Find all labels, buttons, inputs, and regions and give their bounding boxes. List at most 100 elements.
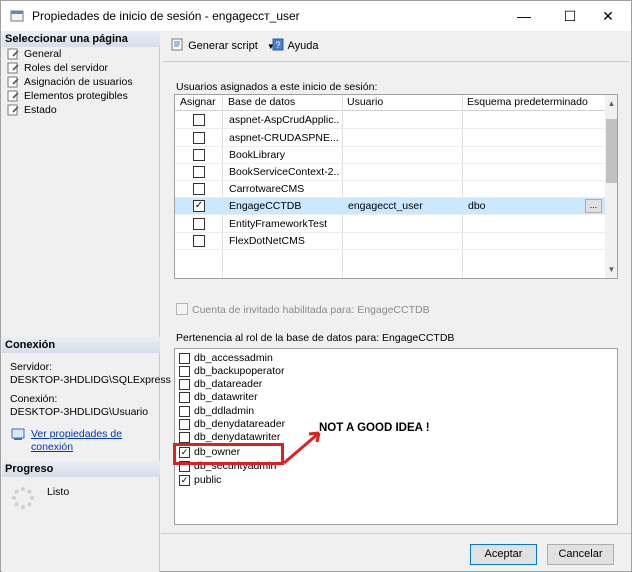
map-checkbox[interactable]	[193, 166, 205, 178]
page-wrench-icon	[7, 90, 19, 102]
role-label: db_denydatawriter	[194, 431, 281, 443]
role-checkbox[interactable]	[179, 406, 190, 417]
table-row[interactable]: aspnet-CRUDASPNE...	[175, 130, 605, 147]
table-row-selected[interactable]: ✓ EngageCCTDB engagecct_user dbo ...	[175, 198, 605, 215]
annotation-highlight-box	[173, 443, 284, 465]
generate-script-button[interactable]: Generar script ▼	[171, 38, 275, 54]
guest-account-option: Cuenta de invitado habilitada para: Enga…	[176, 303, 430, 316]
scroll-down-icon[interactable]: ▼	[605, 263, 617, 276]
map-checkbox[interactable]	[193, 218, 205, 230]
nav-item-label: General	[24, 48, 62, 60]
role-checkbox[interactable]	[179, 432, 190, 443]
role-item[interactable]: db_datareader	[177, 378, 262, 392]
minimize-icon[interactable]: —	[501, 1, 547, 31]
title-bar: Propiedades de inicio de sesión - engage…	[1, 1, 631, 31]
scroll-up-icon[interactable]: ▲	[605, 97, 617, 110]
role-item[interactable]: db_accessadmin	[177, 352, 273, 366]
table-row[interactable]: BookServiceContext-2...	[175, 164, 605, 181]
nav-item-label: Estado	[24, 104, 57, 116]
map-checkbox[interactable]	[193, 149, 205, 161]
properties-icon	[11, 428, 25, 440]
role-membership-label: Pertenencia al rol de la base de datos p…	[176, 332, 455, 344]
ok-button[interactable]: Aceptar	[470, 544, 537, 565]
column-header-user[interactable]: Usuario	[347, 96, 383, 108]
page-wrench-icon	[7, 48, 19, 60]
role-checkbox-checked[interactable]: ✓	[179, 475, 190, 486]
table-row-empty	[175, 250, 605, 278]
server-value: DESKTOP-3HDLIDG\SQLExpress	[10, 374, 171, 386]
grid-header: Asignar Base de datos Usuario Esquema pr…	[175, 95, 605, 111]
left-pane: Seleccionar una página General Roles del…	[2, 31, 171, 572]
annotation-text: NOT A GOOD IDEA !	[319, 422, 430, 434]
select-page-header: Seleccionar una página	[2, 31, 160, 47]
schema-browse-button[interactable]: ...	[585, 199, 602, 213]
view-connection-properties-link[interactable]: Ver propiedades de	[31, 428, 122, 440]
schema-cell[interactable]: dbo	[468, 200, 578, 212]
guest-checkbox	[176, 303, 188, 315]
connection-label: Conexión:	[10, 393, 58, 405]
database-cell: BookServiceContext-2...	[229, 166, 339, 178]
column-header-map[interactable]: Asignar	[180, 96, 216, 108]
toolbar: Generar script ▼ ? Ayuda	[161, 31, 631, 61]
role-item[interactable]: db_datawriter	[177, 391, 258, 405]
script-icon	[171, 38, 183, 51]
progress-header: Progreso	[2, 461, 160, 477]
guest-label: Cuenta de invitado habilitada para: Enga…	[192, 304, 430, 316]
scroll-thumb[interactable]	[606, 119, 617, 183]
role-label: db_datareader	[194, 378, 263, 390]
role-item[interactable]: db_denydatareader	[177, 418, 285, 432]
table-row[interactable]: CarrotwareCMS	[175, 181, 605, 198]
database-cell: CarrotwareCMS	[229, 183, 305, 195]
nav-item-label: Asignación de usuarios	[24, 76, 133, 88]
cancel-button[interactable]: Cancelar	[547, 544, 614, 565]
close-icon[interactable]: ✕	[585, 1, 631, 31]
connection-header: Conexión	[2, 337, 160, 353]
nav-item-general[interactable]: General	[6, 47, 61, 61]
table-row[interactable]: aspnet-AspCrudApplic...	[175, 112, 605, 129]
map-checkbox[interactable]	[193, 114, 205, 126]
login-properties-window: Propiedades de inicio de sesión - engage…	[0, 0, 632, 572]
table-row[interactable]: EntityFrameworkTest	[175, 216, 605, 233]
user-cell[interactable]: engagecct_user	[348, 200, 458, 212]
grid-vertical-scrollbar[interactable]: ▲ ▼	[605, 95, 617, 278]
help-label: Ayuda	[287, 40, 319, 52]
role-checkbox[interactable]	[179, 392, 190, 403]
nav-item-label: Elementos protegibles	[24, 90, 128, 102]
help-book-icon: ?	[272, 38, 284, 51]
view-connection-properties-link-line2[interactable]: conexión	[31, 441, 73, 453]
role-item-public[interactable]: ✓ public	[177, 474, 221, 488]
progress-spinner-icon	[12, 487, 34, 509]
role-label: db_backupoperator	[194, 365, 285, 377]
svg-text:?: ?	[275, 40, 280, 50]
map-checkbox[interactable]	[193, 183, 205, 195]
role-label: public	[194, 474, 222, 486]
table-row[interactable]: FlexDotNetCMS	[175, 233, 605, 250]
role-item[interactable]: db_ddladmin	[177, 405, 254, 419]
role-checkbox[interactable]	[179, 419, 190, 430]
connection-value: DESKTOP-3HDLIDG\Usuario	[10, 406, 149, 418]
role-item[interactable]: db_backupoperator	[177, 365, 285, 379]
window-title: Propiedades de inicio de sesión - engage…	[32, 9, 300, 23]
help-button[interactable]: ? Ayuda	[271, 38, 318, 54]
footer-divider	[161, 533, 631, 534]
role-checkbox[interactable]	[179, 379, 190, 390]
nav-item-status[interactable]: Estado	[6, 103, 57, 117]
column-header-default-schema[interactable]: Esquema predeterminado	[467, 96, 588, 108]
map-checkbox[interactable]	[193, 235, 205, 247]
server-label: Servidor:	[10, 361, 53, 373]
map-checkbox[interactable]	[193, 132, 205, 144]
app-icon	[10, 10, 24, 22]
table-row[interactable]: BookLibrary	[175, 147, 605, 164]
database-cell: aspnet-CRUDASPNE...	[229, 132, 339, 144]
nav-item-server-roles[interactable]: Roles del servidor	[6, 61, 108, 75]
map-checkbox-checked[interactable]: ✓	[193, 200, 205, 212]
toolbar-divider	[163, 61, 629, 62]
role-checkbox[interactable]	[179, 366, 190, 377]
nav-item-user-mapping[interactable]: Asignación de usuarios	[6, 75, 133, 89]
column-header-database[interactable]: Base de datos	[228, 96, 295, 108]
role-label: db_datawriter	[194, 391, 258, 403]
user-mapping-label: Usuarios asignados a este inicio de sesi…	[176, 81, 378, 93]
role-checkbox[interactable]	[179, 353, 190, 364]
user-mapping-grid: Asignar Base de datos Usuario Esquema pr…	[174, 94, 618, 279]
nav-item-securables[interactable]: Elementos protegibles	[6, 89, 128, 103]
